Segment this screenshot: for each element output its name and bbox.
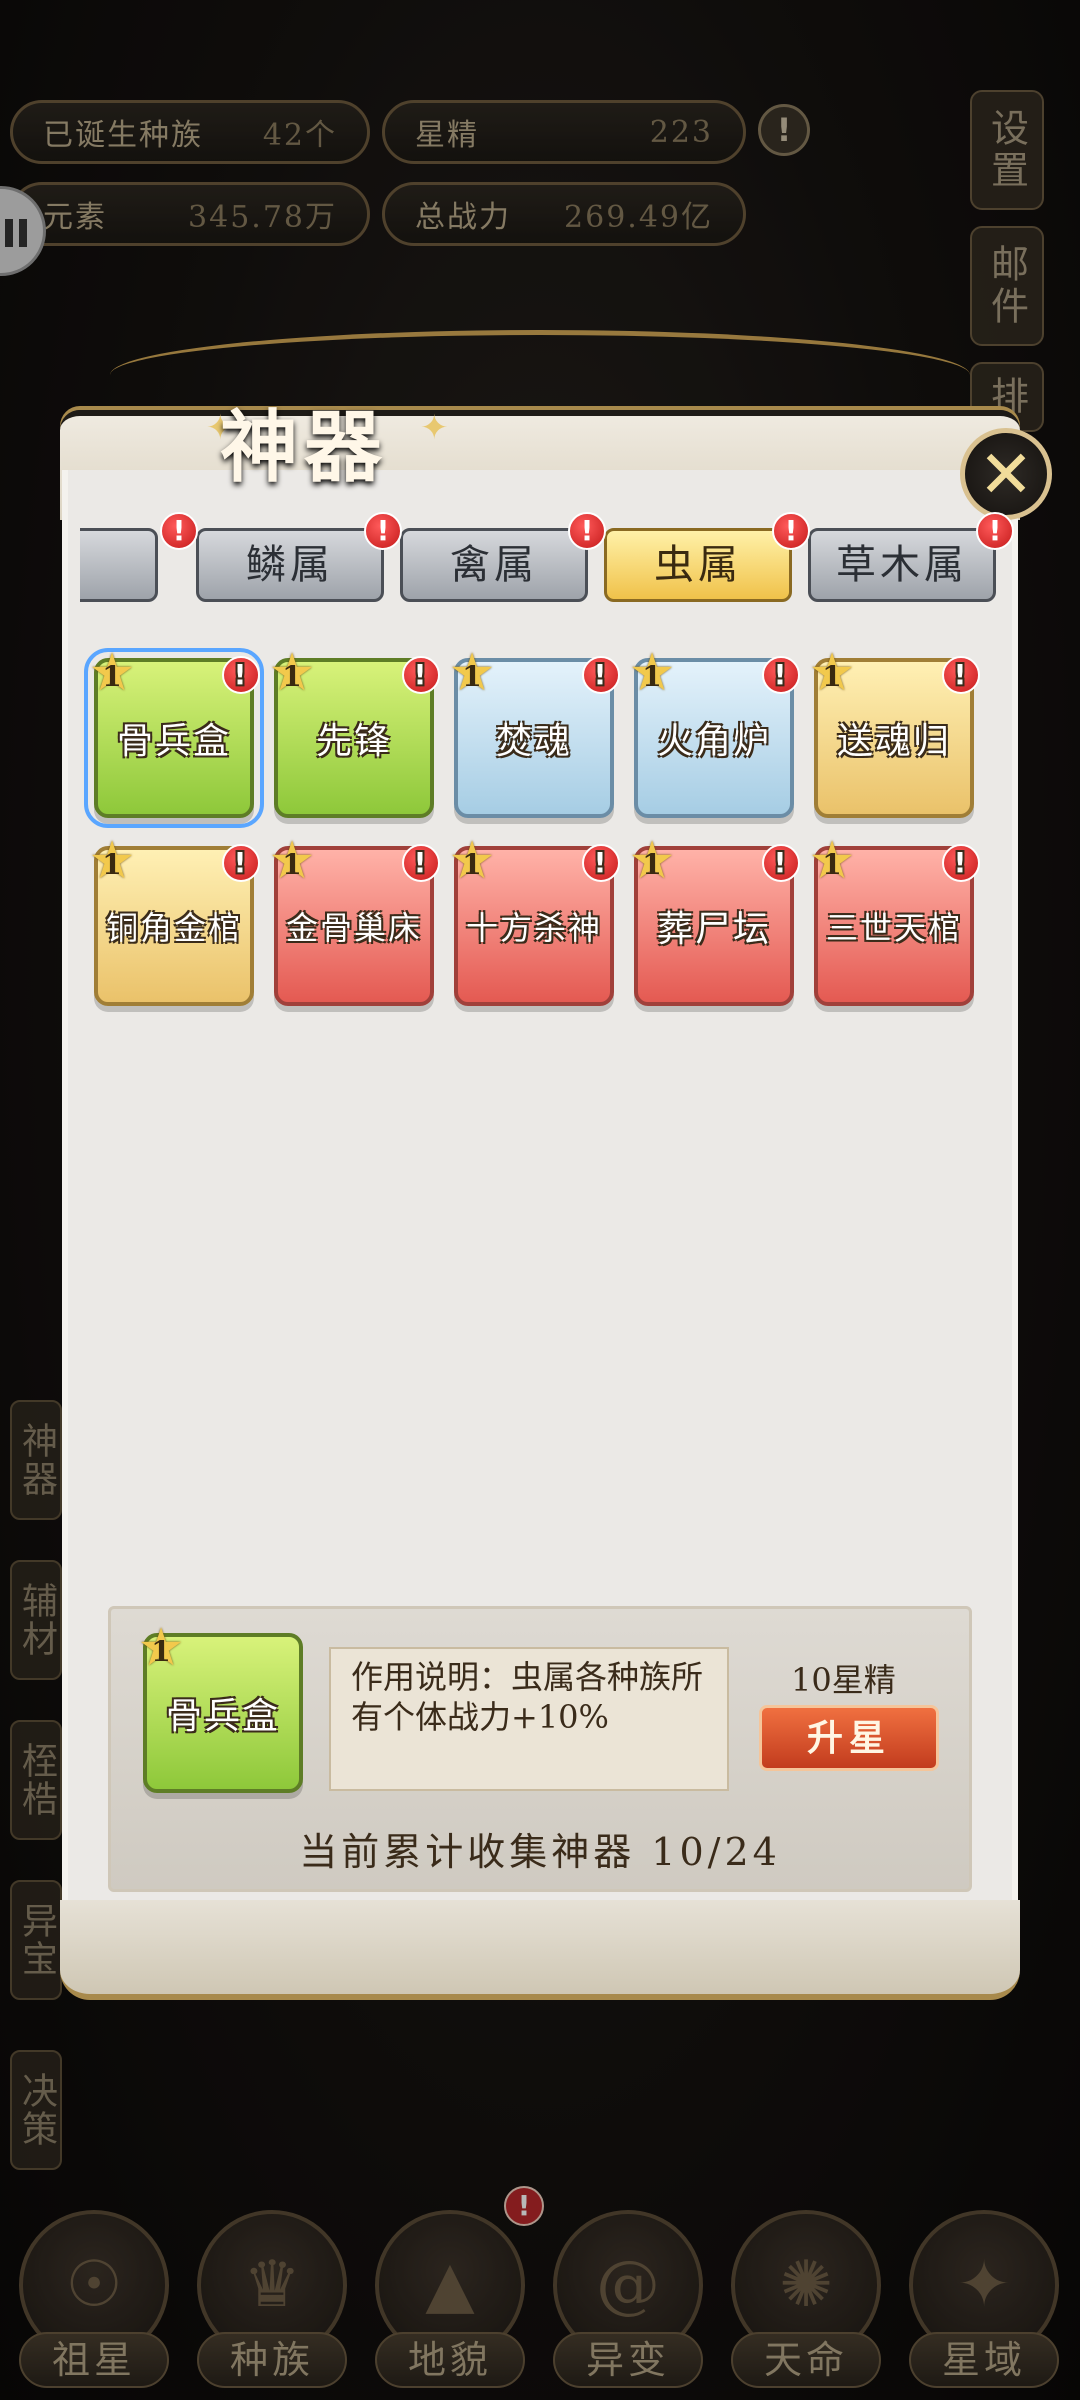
artifact-card-burial-altar[interactable]: ★ 1 葬尸坛 ! [629, 835, 800, 1006]
star-level-icon: ★ 1 [268, 831, 318, 891]
artifact-card-ten-direction-slayer[interactable]: ★ 1 十方杀神 ! [449, 835, 620, 1006]
card-alert-badge: ! [222, 844, 260, 882]
tab-prev-partial[interactable]: 属 [80, 528, 158, 602]
card-alert-badge: ! [762, 656, 800, 694]
card-alert-badge: ! [942, 844, 980, 882]
card-alert-badge: ! [402, 656, 440, 694]
artifact-name: 金骨巢床 [285, 909, 422, 947]
tab-alert-badge: ! [364, 512, 402, 550]
star-level-icon: ★ 1 [448, 831, 498, 891]
tab-alert-badge: ! [976, 512, 1014, 550]
tab-alert-badge: ! [772, 512, 810, 550]
artifact-name: 十方杀神 [465, 909, 602, 947]
tab-plant[interactable]: 草木属 [808, 528, 996, 602]
close-button[interactable]: ✕ [960, 428, 1052, 520]
upgrade-star-button[interactable]: 升星 [759, 1705, 939, 1771]
modal-title: 神器 [220, 402, 389, 493]
selected-artifact-card: ★ 1 骨兵盒 [138, 1622, 303, 1793]
title-star-icon: ✦ [420, 408, 449, 448]
artifact-name: 送魂归 [836, 721, 951, 762]
scroll-bottom-roll [60, 1900, 1020, 2000]
star-level-icon: ★ 1 [808, 643, 858, 703]
star-level-icon: ★ 1 [448, 643, 498, 703]
artifact-description: 作用说明：虫属各种族所有个体战力+10% [329, 1647, 729, 1791]
artifact-name: 葬尸坛 [656, 909, 771, 950]
tab-bird[interactable]: 禽属 [400, 528, 588, 602]
card-alert-badge: ! [762, 844, 800, 882]
artifact-name: 焚魂 [495, 721, 572, 762]
star-level-icon: ★ 1 [88, 831, 138, 891]
artifact-card-vanguard[interactable]: ★ 1 先锋 ! [269, 647, 440, 818]
tab-alert-badge: ! [160, 512, 198, 550]
artifact-name: 三世天棺 [825, 909, 962, 947]
artifact-name: 火角炉 [656, 721, 771, 762]
star-level-icon: ★ 1 [808, 831, 858, 891]
card-alert-badge: ! [222, 656, 260, 694]
artifact-card-soul-return[interactable]: ★ 1 送魂归 ! [809, 647, 980, 818]
star-level-icon: ★ 1 [628, 643, 678, 703]
star-level-icon: ★ 1 [88, 643, 138, 703]
collection-progress: 当前累计收集神器 10/24 [299, 1830, 781, 1874]
artifact-card-three-life-coffin[interactable]: ★ 1 三世天棺 ! [809, 835, 980, 1006]
artifact-card-soul-burn[interactable]: ★ 1 焚魂 ! [449, 647, 620, 818]
upgrade-cost: 10星精 [791, 1661, 896, 1699]
card-alert-badge: ! [942, 656, 980, 694]
card-alert-badge: ! [582, 656, 620, 694]
tab-alert-badge: ! [568, 512, 606, 550]
card-alert-badge: ! [582, 844, 620, 882]
tab-strip[interactable]: 属 鳞属 禽属 虫属 草木属 [80, 520, 1000, 610]
tab-scale[interactable]: 鳞属 [196, 528, 384, 602]
artifact-name: 先锋 [315, 721, 392, 762]
tab-insect[interactable]: 虫属 [604, 528, 792, 602]
artifact-card-golden-bone-bed[interactable]: ★ 1 金骨巢床 ! [269, 835, 440, 1006]
artifact-detail-panel: ★ 1 骨兵盒 作用说明：虫属各种族所有个体战力+10% 10星精 升星 当前累计… [108, 1606, 972, 1892]
artifact-name: 骨兵盒 [116, 721, 231, 762]
star-level-icon: ★ 1 [268, 643, 318, 703]
artifact-name: 铜角金棺 [105, 909, 242, 947]
artifact-card-fire-horn-furnace[interactable]: ★ 1 火角炉 ! [629, 647, 800, 818]
star-level-icon: ★ 1 [628, 831, 678, 891]
selected-artifact-name: 骨兵盒 [165, 1696, 280, 1737]
card-alert-badge: ! [402, 844, 440, 882]
artifact-card-bone-box[interactable]: ★ 1 骨兵盒 ! [84, 647, 264, 828]
artifact-card-bronze-coffin[interactable]: ★ 1 铜角金棺 ! [89, 835, 260, 1006]
star-level-icon: ★ 1 [137, 1618, 187, 1678]
